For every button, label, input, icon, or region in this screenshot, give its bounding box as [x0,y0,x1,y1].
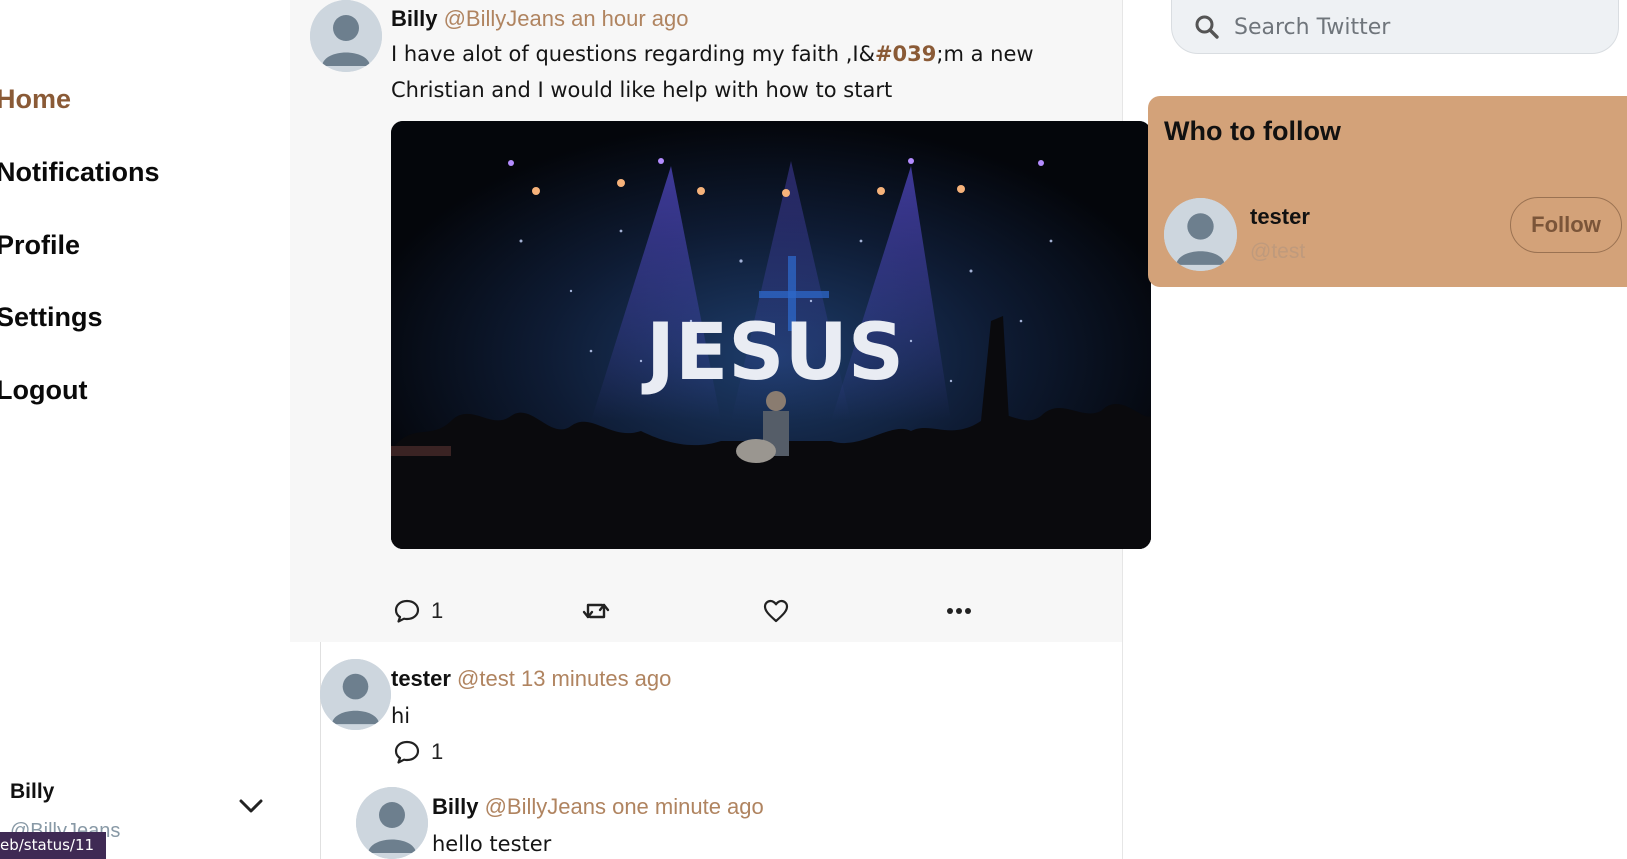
nav-settings[interactable]: Settings [0,302,103,333]
suggested-user-name[interactable]: tester [1250,204,1310,230]
search-input[interactable] [1234,8,1604,46]
reply-action[interactable]: 1 [393,738,443,766]
hashtag-link[interactable]: #039 [875,42,936,66]
current-user-name[interactable]: Billy [10,780,54,804]
reply-count: 1 [431,598,444,623]
avatar[interactable] [310,0,382,72]
image-caption-text: JESUS [641,308,904,398]
default-avatar-icon [310,0,382,72]
default-avatar-icon [320,659,391,730]
heart-icon [763,599,789,623]
concert-stage-image: JESUS [391,121,1151,549]
thread-line [320,642,321,859]
tweet-author-name[interactable]: Billy [391,6,437,31]
retweet-action[interactable] [582,597,610,625]
chevron-down-icon[interactable] [238,796,264,816]
comment-icon [394,740,420,764]
tweet-meta: @BillyJeans one minute ago [484,794,764,819]
nav-notifications[interactable]: Notifications [0,157,160,188]
more-dots-icon [947,608,971,614]
tweet-text: hello tester [432,832,552,856]
avatar[interactable] [320,659,391,730]
tweet-author-name[interactable]: Billy [432,794,478,819]
nav-profile[interactable]: Profile [0,230,80,261]
nav-logout[interactable]: Logout [0,375,87,406]
tweet-text: hi [391,704,411,728]
suggested-user-handle: @test [1250,240,1306,263]
more-action[interactable] [945,597,973,625]
who-to-follow-panel: Who to follow tester @test Follow [1148,96,1627,287]
tweet[interactable]: Billy @BillyJeans an hour ago I have alo… [290,0,1151,642]
tweet-header: Billy @BillyJeans one minute ago [432,794,764,820]
search-icon [1195,15,1219,39]
tweet-meta: @BillyJeans an hour ago [443,6,689,31]
avatar[interactable] [1164,198,1237,271]
avatar[interactable] [356,787,428,859]
nav-home[interactable]: Home [0,84,71,115]
default-avatar-icon [356,787,428,859]
retweet-icon [582,603,610,619]
reply-count: 1 [431,739,444,764]
like-action[interactable] [762,597,790,625]
tweet-header: Billy @BillyJeans an hour ago [391,6,689,32]
browser-status-url: eb/status/11 [0,832,107,859]
tweet-author-name[interactable]: tester [391,666,451,691]
tweet-image[interactable]: JESUS [391,121,1151,549]
reply-action[interactable]: 1 [393,597,443,625]
follow-button[interactable]: Follow [1510,197,1622,253]
comment-icon [394,599,420,623]
tweet-text: I have alot of questions regarding my fa… [391,42,1034,102]
search-box [1171,0,1619,54]
feed: Billy @BillyJeans an hour ago I have alo… [290,0,1151,859]
tweet-header: tester @test 13 minutes ago [391,666,671,692]
default-avatar-icon [1164,198,1237,271]
panel-title: Who to follow [1164,116,1341,146]
tweet-meta: @test 13 minutes ago [457,666,672,691]
sidebar-nav: Home Notifications Profile Settings Logo… [0,0,290,859]
